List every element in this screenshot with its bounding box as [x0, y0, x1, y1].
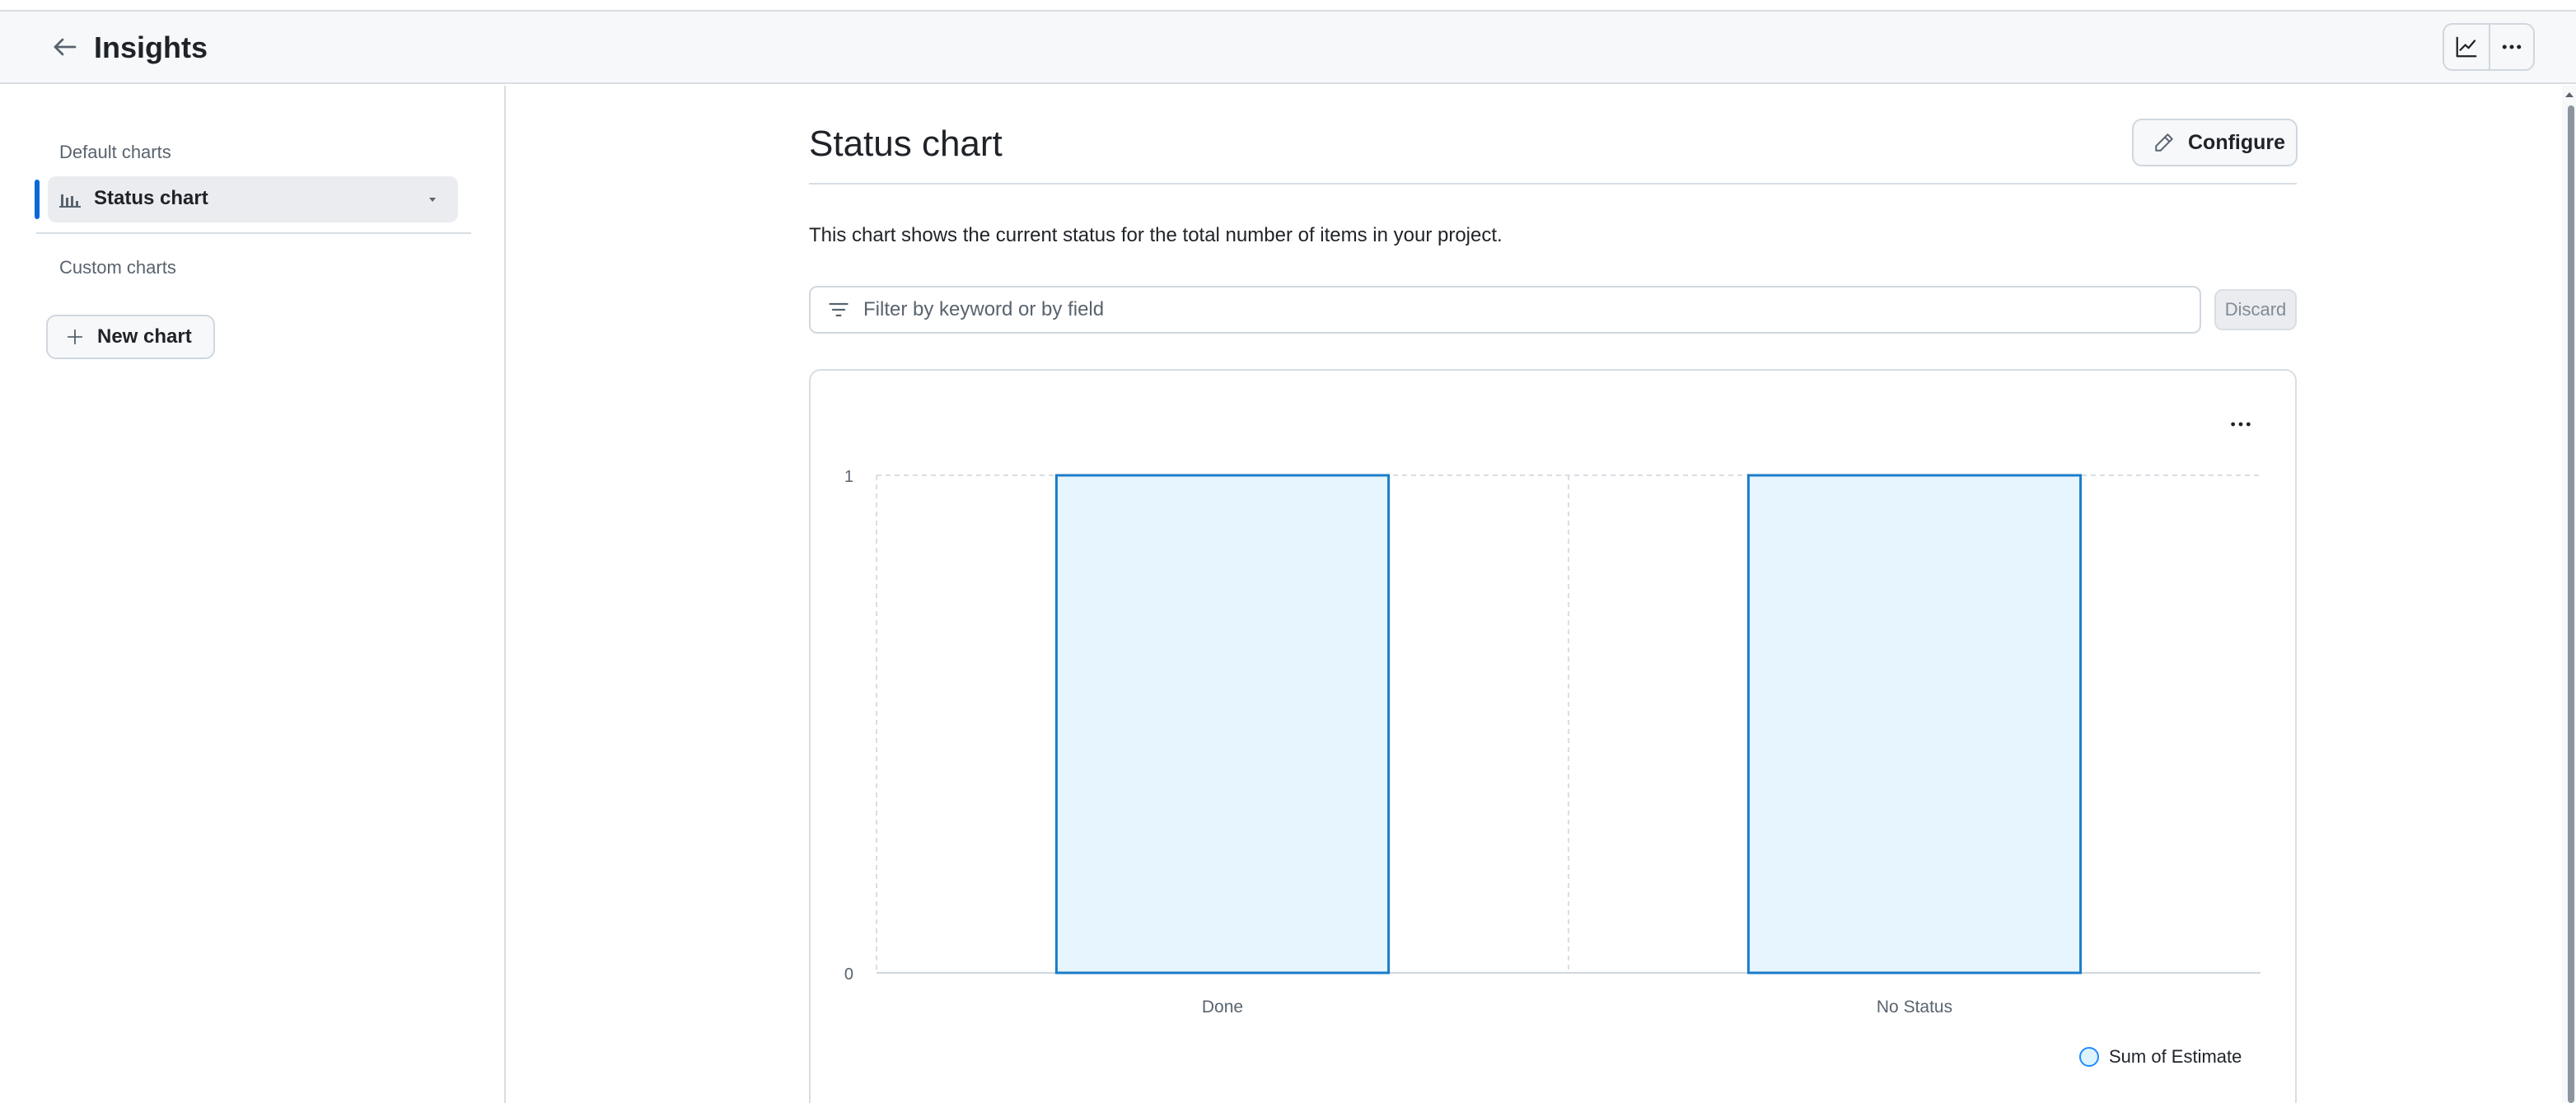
bar-chart-icon — [59, 189, 81, 213]
sidebar-item-label: Status chart — [94, 187, 208, 209]
new-chart-label: New chart — [97, 325, 192, 348]
sidebar-item-status-chart[interactable]: Status chart — [48, 176, 458, 222]
legend-swatch — [2079, 1047, 2099, 1067]
filter-icon — [829, 302, 849, 317]
page-title: Insights — [94, 30, 208, 64]
insights-chart-icon — [2456, 36, 2477, 58]
chart-title: Status chart — [809, 124, 1003, 164]
chart-options-dropdown[interactable] — [418, 186, 446, 213]
kebab-horizontal-icon — [2502, 44, 2522, 49]
scrollbar-thumb[interactable] — [2568, 105, 2574, 1103]
header-actions — [2443, 23, 2535, 71]
sidebar: Default charts Status chart Custom chart… — [0, 86, 506, 1103]
title-divider — [809, 183, 2297, 185]
arrow-left-icon — [54, 38, 77, 56]
configure-label: Configure — [2188, 130, 2286, 154]
kebab-horizontal-icon — [2231, 422, 2251, 427]
more-options-button[interactable] — [2488, 25, 2533, 69]
back-button[interactable] — [48, 30, 82, 64]
bar-done[interactable] — [1054, 474, 1391, 974]
sidebar-divider — [36, 232, 471, 234]
new-chart-button[interactable]: New chart — [46, 315, 215, 359]
legend-label: Sum of Estimate — [2109, 1046, 2242, 1067]
scroll-up-arrow-icon[interactable] — [2564, 89, 2574, 100]
chart-legend-item[interactable]: Sum of Estimate — [2079, 1046, 2242, 1068]
triangle-down-icon — [429, 198, 436, 202]
configure-button[interactable]: Configure — [2132, 119, 2298, 166]
default-charts-heading: Default charts — [59, 142, 171, 162]
browser-top-border — [0, 0, 2576, 12]
filter-bar[interactable] — [809, 286, 2201, 334]
filter-input[interactable] — [863, 298, 2099, 321]
insights-chart-button[interactable] — [2444, 25, 2489, 69]
pencil-icon — [2155, 133, 2173, 152]
selected-indicator — [35, 180, 40, 219]
page-header: Insights — [0, 12, 2576, 84]
discard-button[interactable]: Discard — [2214, 289, 2297, 330]
chart-description: This chart shows the current status for … — [809, 224, 1503, 246]
custom-charts-heading: Custom charts — [59, 257, 176, 278]
bar-no-status[interactable] — [1746, 474, 2083, 974]
chart-menu-button[interactable] — [2221, 409, 2260, 440]
plus-icon — [67, 329, 83, 345]
